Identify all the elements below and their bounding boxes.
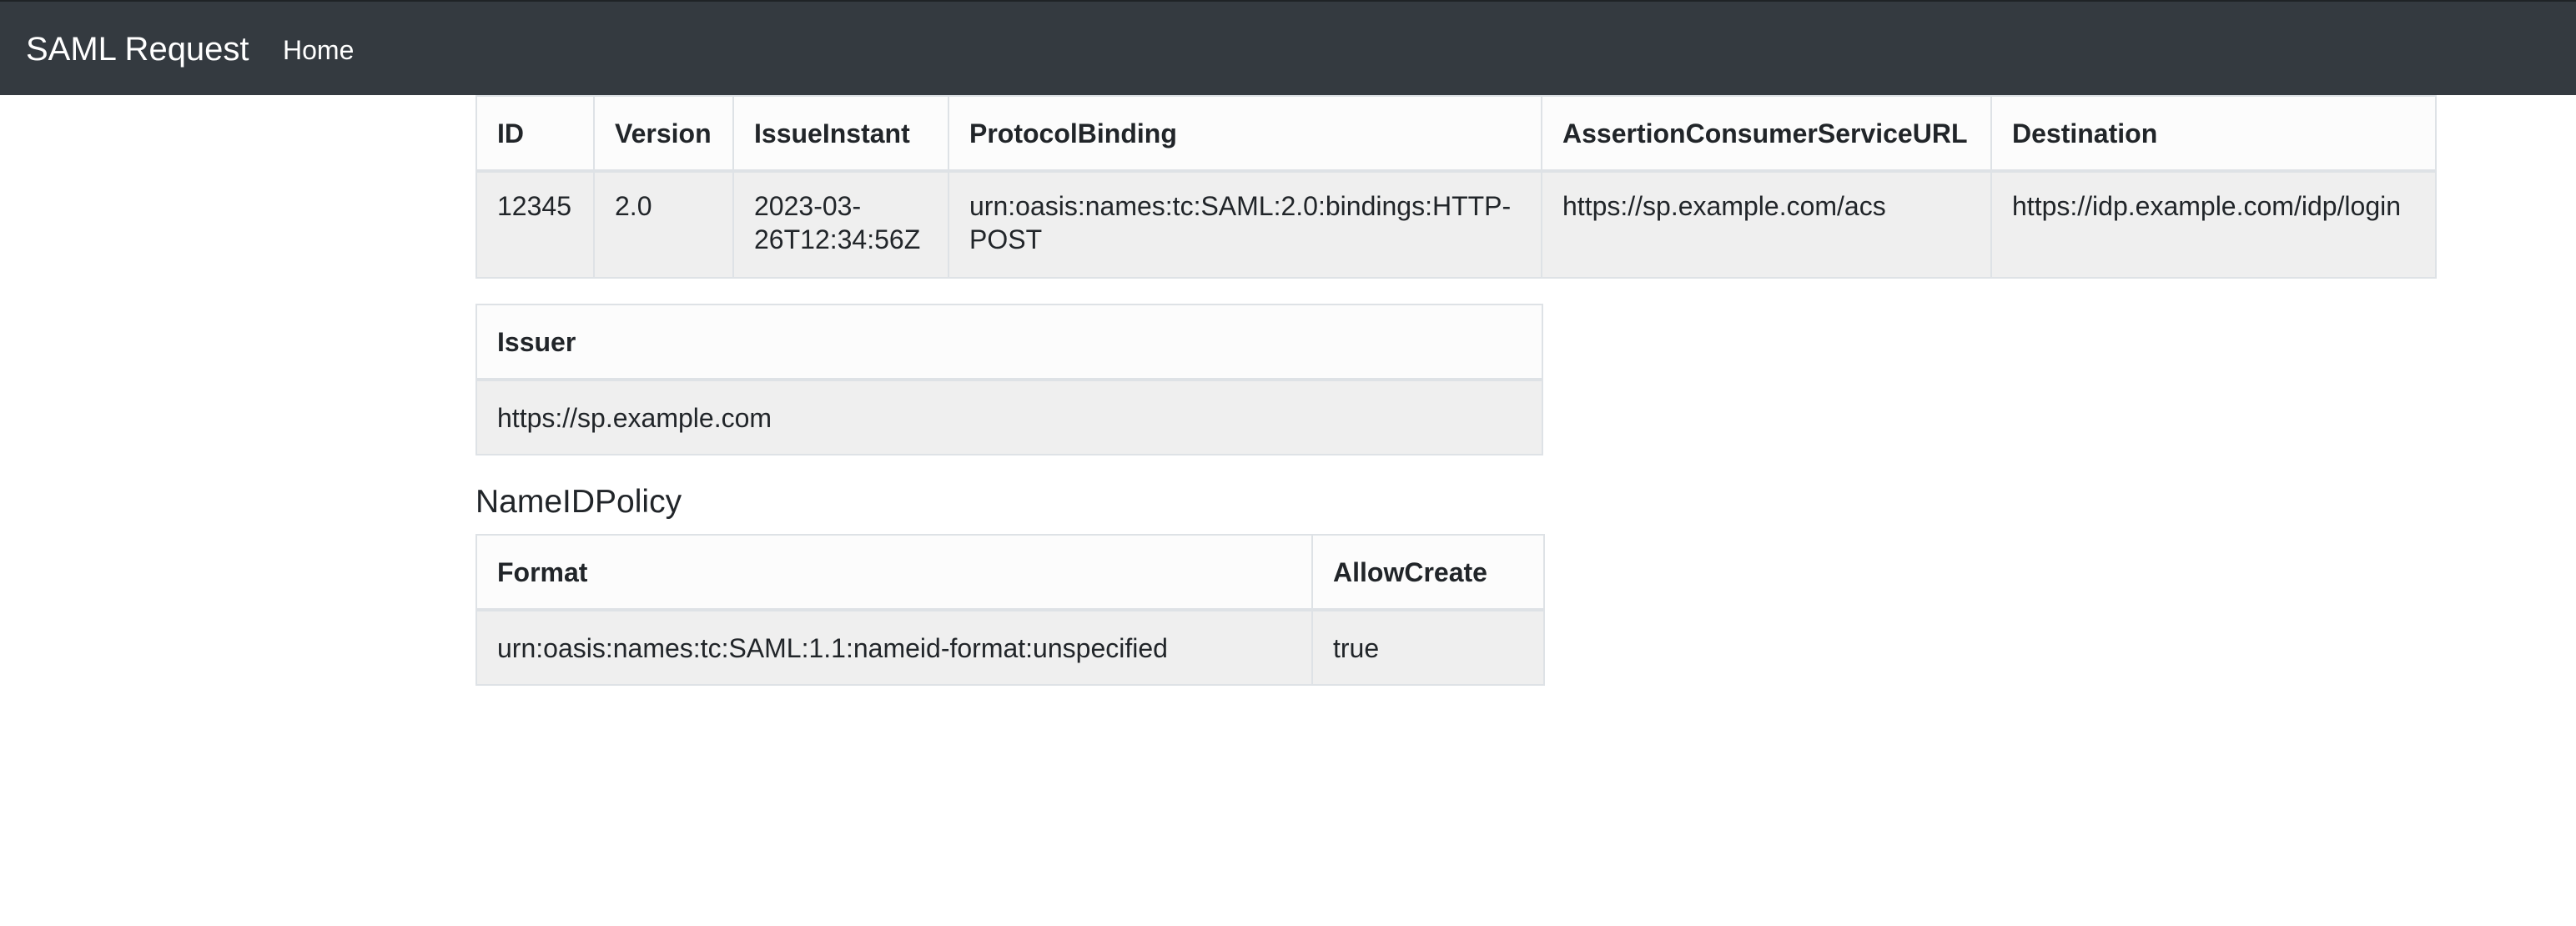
cell-format: urn:oasis:names:tc:SAML:1.1:nameid-forma… bbox=[475, 609, 1313, 686]
table-header-row: Issuer bbox=[475, 304, 1543, 381]
table-header-row: Format AllowCreate bbox=[475, 534, 1545, 611]
table-row: https://sp.example.com bbox=[475, 379, 1543, 455]
saml-request-table: ID Version IssueInstant ProtocolBinding … bbox=[475, 95, 2437, 279]
table-header-row: ID Version IssueInstant ProtocolBinding … bbox=[475, 95, 2437, 173]
cell-id: 12345 bbox=[475, 170, 595, 279]
cell-issuer: https://sp.example.com bbox=[475, 379, 1543, 455]
navbar: SAML Request Home bbox=[0, 0, 2576, 95]
column-header-protocol-binding: ProtocolBinding bbox=[948, 95, 1542, 173]
column-header-format: Format bbox=[475, 534, 1313, 611]
cell-issue-instant: 2023-03-26T12:34:56Z bbox=[732, 170, 949, 279]
cell-protocol-binding: urn:oasis:names:tc:SAML:2.0:bindings:HTT… bbox=[948, 170, 1542, 279]
issue-instant-value: 2023-03-26T12:34:56Z bbox=[754, 191, 921, 254]
table-row: urn:oasis:names:tc:SAML:1.1:nameid-forma… bbox=[475, 609, 1545, 686]
cell-version: 2.0 bbox=[593, 170, 734, 279]
column-header-destination: Destination bbox=[1990, 95, 2437, 173]
cell-allow-create: true bbox=[1311, 609, 1545, 686]
issuer-table: Issuer https://sp.example.com bbox=[475, 304, 1543, 455]
column-header-issue-instant: IssueInstant bbox=[732, 95, 949, 173]
navbar-brand[interactable]: SAML Request bbox=[26, 28, 249, 70]
cell-destination: https://idp.example.com/idp/login bbox=[1990, 170, 2437, 279]
nameid-policy-heading: NameIDPolicy bbox=[475, 484, 682, 520]
protocol-binding-value: urn:oasis:names:tc:SAML:2.0:bindings:HTT… bbox=[969, 191, 1512, 254]
column-header-version: Version bbox=[593, 95, 734, 173]
nameid-policy-table: Format AllowCreate urn:oasis:names:tc:SA… bbox=[475, 534, 1545, 686]
column-header-acs-url: AssertionConsumerServiceURL bbox=[1541, 95, 1992, 173]
cell-acs-url: https://sp.example.com/acs bbox=[1541, 170, 1992, 279]
nav-link-home[interactable]: Home bbox=[283, 32, 354, 68]
column-header-id: ID bbox=[475, 95, 595, 173]
column-header-issuer: Issuer bbox=[475, 304, 1543, 381]
table-row: 12345 2.0 2023-03-26T12:34:56Z urn:oasis… bbox=[475, 170, 2437, 279]
column-header-allow-create: AllowCreate bbox=[1311, 534, 1545, 611]
